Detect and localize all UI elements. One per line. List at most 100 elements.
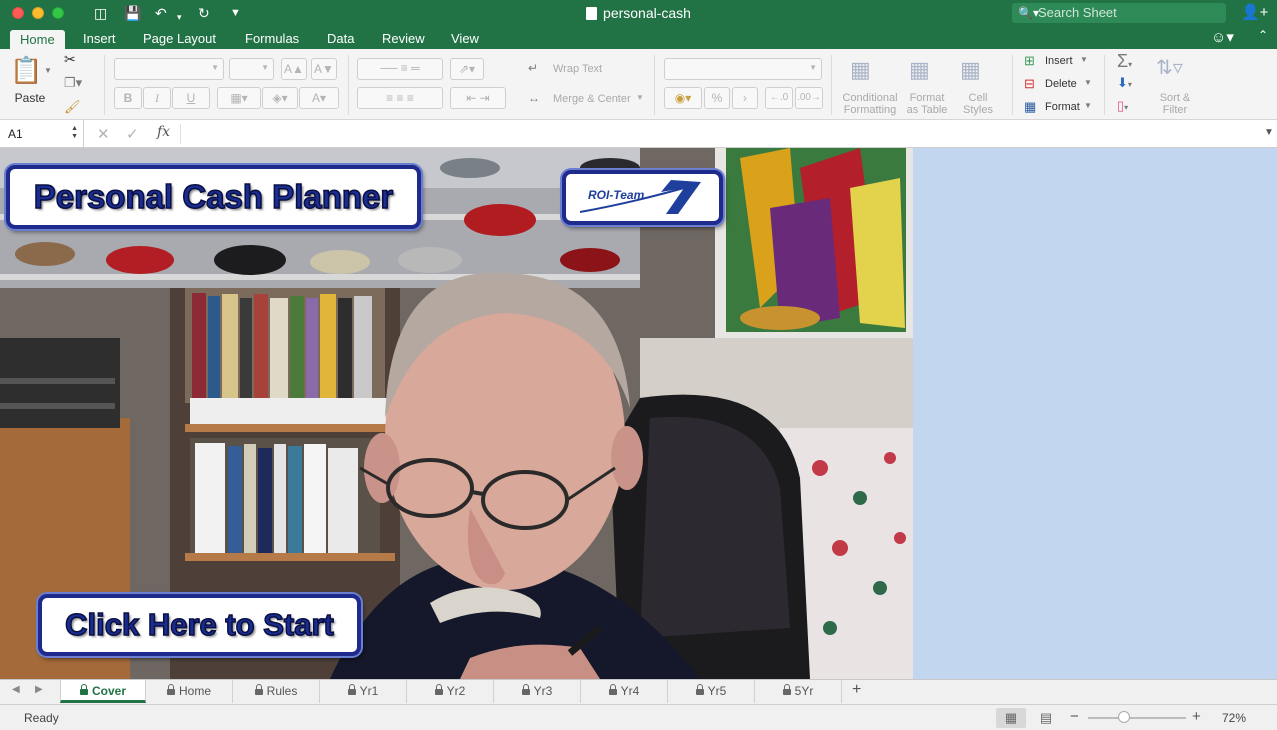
sheet-tab-rules[interactable]: Rules <box>233 680 320 703</box>
name-box[interactable]: A1 ▲ ▼ <box>0 120 84 148</box>
status-bar: Ready ▦ ▤ − + 72% <box>0 704 1277 730</box>
percent-style-button[interactable]: % <box>704 87 730 109</box>
zoom-window-button[interactable] <box>52 7 64 19</box>
copy-icon[interactable]: ❐▾ <box>64 75 82 91</box>
zoom-in-button[interactable]: + <box>1192 708 1201 725</box>
expand-formula-bar-icon[interactable]: ▼ <box>1264 127 1274 138</box>
paste-button[interactable]: Paste <box>10 92 50 104</box>
conditional-formatting-label-2: Formatting <box>843 104 897 116</box>
sort-filter-button[interactable]: Sort & Filter <box>1150 92 1200 116</box>
tab-page-layout[interactable]: Page Layout <box>135 30 224 49</box>
feedback-smiley-icon[interactable]: ☺▾ <box>1211 28 1234 46</box>
borders-button[interactable]: ▦▾ <box>217 87 261 109</box>
fill-icon[interactable]: ⬇▾ <box>1117 75 1132 91</box>
document-icon <box>586 7 598 20</box>
tab-insert[interactable]: Insert <box>75 30 124 49</box>
redo-icon[interactable]: ↻ <box>198 4 210 22</box>
page-layout-view-button[interactable]: ▤ <box>1031 708 1061 728</box>
tab-review[interactable]: Review <box>374 30 433 49</box>
cancel-entry-icon[interactable]: ✕ <box>97 125 110 143</box>
insert-function-button[interactable]: fx <box>157 124 170 140</box>
paste-icon[interactable]: 📋 <box>10 55 42 87</box>
merge-center-button[interactable]: Merge & Center <box>553 93 631 105</box>
font-color-button[interactable]: A▾ <box>299 87 339 109</box>
autosum-icon[interactable]: Σ▾ <box>1117 51 1132 72</box>
tab-view[interactable]: View <box>443 30 487 49</box>
insert-dropdown-icon[interactable]: ▼ <box>1080 55 1088 64</box>
format-dropdown-icon[interactable]: ▼ <box>1084 101 1092 110</box>
merge-dropdown-icon[interactable]: ▼ <box>636 93 644 102</box>
customize-toolbar-icon[interactable]: ▼ <box>230 4 241 22</box>
add-sheet-button[interactable]: + <box>852 681 861 699</box>
sort-filter-label-2: Filter <box>1162 104 1188 116</box>
sort-filter-icon: ⇅▿ <box>1156 57 1183 79</box>
sheet-tab-5yr[interactable]: 5Yr <box>755 680 842 703</box>
tab-home[interactable]: Home <box>10 30 65 49</box>
collapse-ribbon-icon[interactable]: ⌃ <box>1258 28 1268 42</box>
vertical-alignment-buttons[interactable]: ── ≡ ═ <box>357 58 443 80</box>
sidebar-toggle-icon[interactable]: ◫ <box>94 4 107 22</box>
undo-icon[interactable]: ↶ <box>155 4 167 22</box>
sheet-tab-label: Cover <box>91 684 126 698</box>
cell-styles-button[interactable]: Cell Styles <box>956 92 1000 116</box>
delete-cells-icon: ⊟ <box>1024 76 1035 91</box>
fill-color-button[interactable]: ◈▾ <box>262 87 298 109</box>
sheet-tab-yr3[interactable]: Yr3 <box>494 680 581 703</box>
worksheet-grid[interactable]: Personal Cash Planner ROI-Team Click Her… <box>0 148 1277 679</box>
sheet-tab-label: Home <box>178 684 211 698</box>
bold-button[interactable]: B <box>114 87 142 109</box>
sheet-tab-yr5[interactable]: Yr5 <box>668 680 755 703</box>
indent-buttons[interactable]: ⇤ ⇥ <box>450 87 506 109</box>
tab-formulas[interactable]: Formulas <box>237 30 307 49</box>
sheet-tab-yr2[interactable]: Yr2 <box>407 680 494 703</box>
increase-decimal-button[interactable]: ←.0 <box>765 87 793 109</box>
insert-cells-button[interactable]: Insert <box>1045 55 1073 67</box>
save-icon[interactable]: 💾 <box>124 4 141 22</box>
paste-dropdown-icon[interactable]: ▼ <box>44 66 52 75</box>
undo-dropdown-icon[interactable]: ▾ <box>177 8 182 26</box>
font-size-select[interactable]: ▼ <box>229 58 274 80</box>
accounting-format-button[interactable]: ◉▾ <box>664 87 702 109</box>
italic-button[interactable]: I <box>143 87 171 109</box>
increase-font-size-button[interactable]: A▲ <box>281 58 307 80</box>
wrap-text-button[interactable]: Wrap Text <box>553 63 602 75</box>
tab-data[interactable]: Data <box>319 30 362 49</box>
sheet-tab-label: Yr5 <box>707 684 727 698</box>
underline-button[interactable]: U <box>172 87 210 109</box>
sheet-tab-home[interactable]: Home <box>146 680 233 703</box>
conditional-formatting-button[interactable]: Conditional Formatting <box>838 92 902 116</box>
number-format-select[interactable]: ▼ <box>664 58 822 80</box>
orientation-button[interactable]: ⇗▾ <box>450 58 484 80</box>
minimize-window-button[interactable] <box>32 7 44 19</box>
sheet-tab-label: Yr4 <box>620 684 640 698</box>
sheet-tab-cover[interactable]: Cover <box>60 680 146 703</box>
previous-sheet-icon[interactable]: ◀ <box>12 684 20 695</box>
zoom-slider-thumb[interactable] <box>1118 711 1130 723</box>
search-sheet-input[interactable]: 🔍▾ Search Sheet <box>1012 3 1226 23</box>
format-cells-icon: ▦ <box>1024 99 1037 114</box>
clear-eraser-icon[interactable]: ▯▾ <box>1117 98 1128 114</box>
zoom-level[interactable]: 72% <box>1222 711 1246 725</box>
confirm-entry-icon[interactable]: ✓ <box>126 125 139 143</box>
normal-view-button[interactable]: ▦ <box>996 708 1026 728</box>
font-name-select[interactable]: ▼ <box>114 58 224 80</box>
comma-style-button[interactable]: › <box>732 87 758 109</box>
sheet-tab-yr4[interactable]: Yr4 <box>581 680 668 703</box>
close-window-button[interactable] <box>12 7 24 19</box>
next-sheet-icon[interactable]: ▶ <box>35 684 43 695</box>
format-cells-button[interactable]: Format <box>1045 101 1080 113</box>
sheet-tab-yr1[interactable]: Yr1 <box>320 680 407 703</box>
format-as-table-button[interactable]: Format as Table <box>902 92 952 116</box>
decrease-decimal-button[interactable]: .00→ <box>795 87 823 109</box>
click-here-to-start-button[interactable]: Click Here to Start <box>38 594 361 656</box>
zoom-slider[interactable] <box>1088 717 1186 719</box>
name-box-stepper-icon[interactable]: ▲ ▼ <box>71 125 78 141</box>
cut-icon[interactable]: ✂ <box>64 51 76 68</box>
horizontal-alignment-buttons[interactable]: ≡ ≡ ≡ <box>357 87 443 109</box>
share-user-icon[interactable]: 👤+ <box>1241 3 1268 21</box>
delete-cells-button[interactable]: Delete <box>1045 78 1077 90</box>
decrease-font-size-button[interactable]: A▼ <box>311 58 337 80</box>
zoom-out-button[interactable]: − <box>1070 708 1079 725</box>
format-painter-icon[interactable]: 🖌 <box>64 99 81 115</box>
delete-dropdown-icon[interactable]: ▼ <box>1084 78 1092 87</box>
